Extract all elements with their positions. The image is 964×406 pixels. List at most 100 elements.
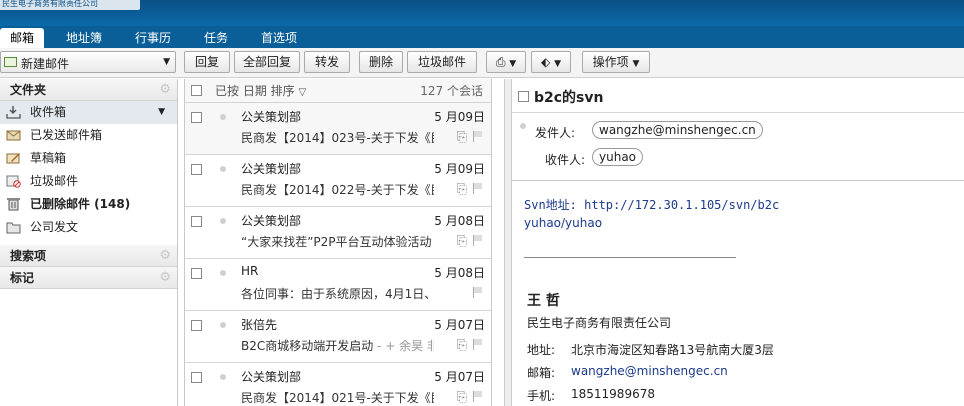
divider (512, 180, 964, 181)
select-all-checkbox[interactable] (191, 85, 202, 96)
sidebar-item-junk[interactable]: 垃圾邮件 (0, 170, 177, 193)
date: 5 月07日 (434, 318, 485, 332)
mail-icon (4, 57, 17, 67)
subject: “大家来找茬”P2P平台互动体验活动 (241, 233, 434, 250)
email-label: 邮箱: (527, 366, 556, 380)
row-checkbox[interactable] (191, 216, 202, 227)
sidebar-item-sent[interactable]: 已发送邮件箱 (0, 124, 177, 147)
print-button[interactable]: ⎙ ▼ (486, 51, 526, 73)
table-row[interactable]: 张倍先 5 月07日 B2C商城移动端开发启动 - + 余昊 非 ⎘ (185, 311, 491, 363)
folders-section-header[interactable]: 文件夹 ⚙ (0, 79, 177, 101)
folder-sidebar: 文件夹 ⚙ 收件箱 ▼ 已发送邮件箱 草稿箱 垃圾邮件 已删除邮件 (148) … (0, 79, 178, 406)
flag-icon[interactable] (473, 391, 483, 402)
read-status-icon[interactable] (220, 166, 226, 172)
flag-icon[interactable] (473, 339, 483, 350)
folder-label: 已删除邮件 (148) (30, 197, 131, 211)
read-status-icon[interactable] (220, 270, 226, 276)
sender: 公关策划部 (241, 110, 302, 124)
sidebar-item-inbox[interactable]: 收件箱 ▼ (0, 101, 177, 124)
search-header-label: 搜索项 (10, 249, 47, 263)
sidebar-item-trash[interactable]: 已删除邮件 (148) (0, 193, 177, 216)
search-section-header[interactable]: 搜索项 ⚙ (0, 245, 177, 267)
tab-calendar[interactable]: 行事历 (125, 28, 181, 48)
sender-address-pill[interactable]: wangzhe@minshengec.cn (592, 121, 763, 139)
recipient-pill[interactable]: yuhao (592, 148, 644, 166)
tags-section-header[interactable]: 标记 ⚙ (0, 267, 177, 289)
list-header: 已按 日期 排序 ▽ 127 个会话 (185, 79, 491, 103)
read-status-icon[interactable] (220, 114, 226, 120)
message-list: 已按 日期 排序 ▽ 127 个会话 公关策划部 5 月09日 民商发【2014… (184, 79, 492, 406)
pane-splitter[interactable] (504, 79, 512, 406)
gear-icon[interactable]: ⚙ (159, 245, 171, 267)
tab-preferences[interactable]: 首选项 (251, 28, 307, 48)
subject-text: 民商发【2014】021号-关于下发《民 (241, 391, 434, 405)
reply-button[interactable]: 回复 (184, 51, 230, 73)
row-checkbox[interactable] (191, 372, 202, 383)
table-row[interactable]: 公关策划部 5 月09日 民商发【2014】022号-关于下发《民 ⎘ (185, 155, 491, 207)
message-checkbox[interactable] (518, 91, 529, 102)
attachment-icon: ⎘ (456, 338, 467, 353)
attachment-icon: ⎘ (456, 234, 467, 249)
chevron-down-icon: ▼ (509, 59, 517, 69)
date: 5 月09日 (434, 162, 485, 176)
folder-label: 公司发文 (30, 220, 79, 234)
chevron-down-icon: ▼ (554, 59, 561, 69)
table-row[interactable]: 公关策划部 5 月07日 民商发【2014】021号-关于下发《民 ⎘ (185, 363, 491, 406)
flag-icon[interactable] (473, 131, 483, 142)
tag-button[interactable]: ⬖ ▼ (531, 51, 571, 73)
chevron-down-icon: ▼ (632, 59, 640, 69)
email-link[interactable]: wangzhe@minshengec.cn (571, 364, 728, 378)
new-mail-button[interactable]: 新建邮件 ▼ (0, 51, 176, 73)
flag-icon[interactable] (473, 287, 483, 298)
gear-icon[interactable]: ⚙ (159, 267, 171, 289)
chevron-down-icon[interactable]: ▼ (163, 57, 170, 67)
chevron-down-icon[interactable]: ▼ (158, 101, 165, 124)
sender: 公关策划部 (241, 370, 302, 384)
attachment-icon: ⎘ (456, 182, 467, 197)
table-row[interactable]: 公关策划部 5 月08日 “大家来找茬”P2P平台互动体验活动 ⎘ (185, 207, 491, 259)
top-banner: 民生电子商务有限责任公司 (0, 0, 964, 26)
tab-mail[interactable]: 邮箱 (0, 28, 45, 48)
folder-label: 已发送邮件箱 (30, 128, 103, 142)
row-checkbox[interactable] (191, 268, 202, 279)
flag-icon[interactable] (473, 183, 483, 194)
read-status-icon[interactable] (520, 123, 526, 129)
subject-preview: - + 余昊 非 (373, 339, 434, 353)
subject-text: 民商发【2014】022号-关于下发《民 (241, 183, 434, 197)
printer-icon: ⎙ (495, 55, 506, 69)
attachment-icon: ⎘ (456, 130, 467, 145)
row-checkbox[interactable] (191, 320, 202, 331)
forward-button[interactable]: 转发 (304, 51, 350, 73)
subject: 民商发【2014】021号-关于下发《民 (241, 389, 434, 406)
junk-icon (6, 175, 21, 188)
divider (512, 112, 964, 113)
read-status-icon[interactable] (220, 374, 226, 380)
sender: HR (241, 264, 259, 278)
actions-menu-button[interactable]: 操作项 ▼ (582, 51, 650, 73)
tab-address-book[interactable]: 地址簿 (56, 28, 112, 48)
junk-button[interactable]: 垃圾邮件 (407, 51, 477, 73)
subject-text: 各位同事：由于系统原因，4月1日、28日 (241, 287, 434, 301)
row-checkbox[interactable] (191, 164, 202, 175)
company-logo: 民生电子商务有限责任公司 (0, 0, 140, 10)
table-row[interactable]: 公关策划部 5 月09日 民商发【2014】023号-关于下发《民 ⎘ (185, 103, 491, 155)
gear-icon[interactable]: ⚙ (159, 79, 171, 101)
drafts-icon (6, 153, 20, 164)
table-row[interactable]: HR 5 月08日 各位同事：由于系统原因，4月1日、28日 (185, 259, 491, 311)
flag-icon[interactable] (473, 235, 483, 246)
main-tabs: 邮箱 地址簿 行事历 任务 首选项 (0, 26, 964, 48)
read-status-icon[interactable] (220, 322, 226, 328)
sidebar-item-company-docs[interactable]: 公司发文 (0, 216, 177, 239)
delete-button[interactable]: 删除 (359, 51, 403, 73)
row-checkbox[interactable] (191, 112, 202, 123)
tab-tasks[interactable]: 任务 (194, 28, 238, 48)
reply-all-button[interactable]: 全部回复 (234, 51, 300, 73)
subject: 各位同事：由于系统原因，4月1日、28日 (241, 285, 434, 302)
date: 5 月07日 (434, 370, 485, 384)
folder-label: 草稿箱 (30, 151, 67, 165)
read-status-icon[interactable] (220, 218, 226, 224)
sidebar-item-drafts[interactable]: 草稿箱 (0, 147, 177, 170)
signature-divider (524, 257, 736, 258)
actions-label: 操作项 (592, 55, 629, 69)
sort-control[interactable]: 已按 日期 排序 ▽ (215, 79, 306, 105)
